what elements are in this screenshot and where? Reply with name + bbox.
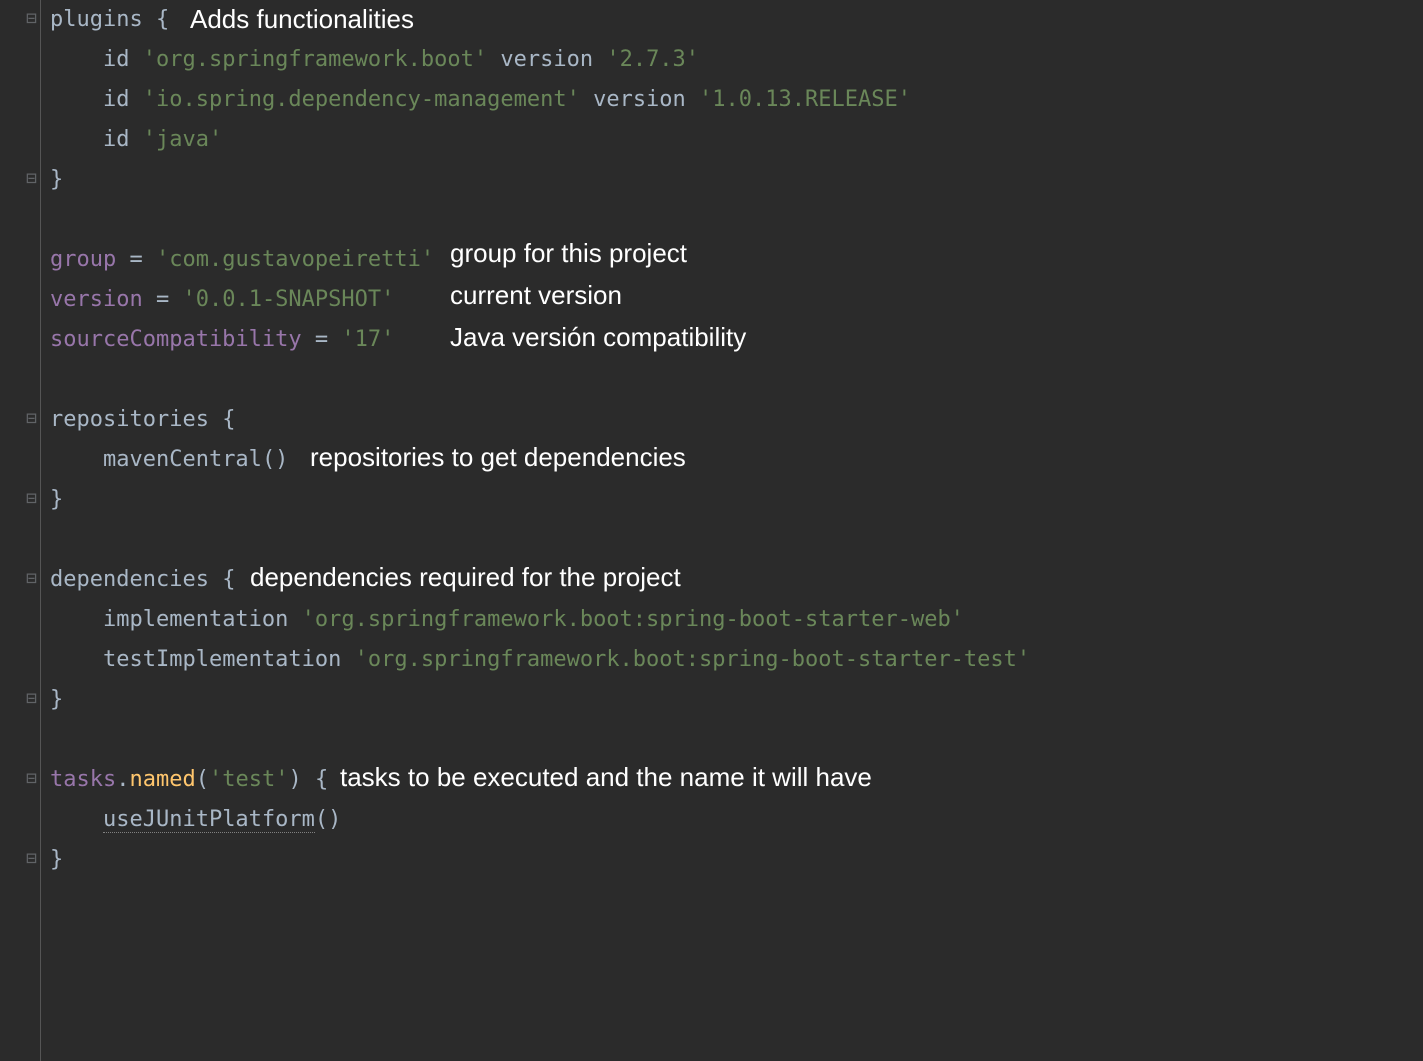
token-brace: { [222,407,235,432]
code-line[interactable]: tasks.named('test') { [50,760,328,800]
token-paren: ( [196,767,209,792]
token-parens: () [262,447,289,472]
code-line[interactable]: version = '0.0.1-SNAPSHOT' [50,280,394,320]
annotation-version: current version [450,280,622,311]
code-line[interactable]: dependencies { [50,560,235,600]
token-string: 'org.springframework.boot:spring-boot-st… [355,647,1031,672]
fold-open-icon[interactable]: ⊟ [26,568,37,589]
token-dot: . [116,767,129,792]
token-group: group [50,247,116,272]
annotation-repos: repositories to get dependencies [310,442,686,473]
code-line[interactable]: mavenCentral() [50,440,288,480]
token-brace: } [50,487,63,512]
token-string: '17' [341,327,394,352]
token-tasks: tasks [50,767,116,792]
token-mavencentral: mavenCentral [103,447,262,472]
token-id: id [103,87,130,112]
token-brace: { [315,767,328,792]
code-line[interactable]: sourceCompatibility = '17' [50,320,394,360]
token-testimplementation: testImplementation [103,647,341,672]
fold-open-icon[interactable]: ⊟ [26,768,37,789]
token-implementation: implementation [103,607,288,632]
annotation-plugins: Adds functionalities [190,4,414,35]
code-line[interactable]: group = 'com.gustavopeiretti' [50,240,434,280]
token-string: '2.7.3' [606,47,699,72]
token-eq: = [116,247,156,272]
code-line[interactable]: } [50,840,63,880]
code-line[interactable]: id 'java' [50,120,222,160]
code-editor[interactable]: ⊟ ⊟ ⊟ ⊟ ⊟ ⊟ ⊟ ⊟ plugins { id 'org.spring… [0,0,1423,1061]
token-plugins: plugins [50,7,143,32]
fold-open-icon[interactable]: ⊟ [26,408,37,429]
code-line[interactable]: testImplementation 'org.springframework.… [50,640,1030,680]
annotation-group: group for this project [450,238,687,269]
token-brace: } [50,167,63,192]
code-line[interactable]: implementation 'org.springframework.boot… [50,600,964,640]
annotation-sourcecompat: Java versión compatibility [450,322,746,353]
token-string: 'org.springframework.boot:spring-boot-st… [302,607,964,632]
token-eq: = [302,327,342,352]
token-sourcecompat: sourceCompatibility [50,327,302,352]
code-line[interactable]: id 'org.springframework.boot' version '2… [50,40,699,80]
fold-close-icon[interactable]: ⊟ [26,168,37,189]
token-version-kw: version [593,87,686,112]
fold-open-icon[interactable]: ⊟ [26,8,37,29]
code-line[interactable]: } [50,680,63,720]
token-string: '0.0.1-SNAPSHOT' [182,287,394,312]
gutter [0,0,41,1061]
code-line[interactable]: } [50,480,63,520]
token-dependencies: dependencies [50,567,209,592]
fold-close-icon[interactable]: ⊟ [26,688,37,709]
token-string: 'org.springframework.boot' [143,47,487,72]
token-brace: } [50,847,63,872]
fold-close-icon[interactable]: ⊟ [26,848,37,869]
token-version-kw: version [500,47,593,72]
token-string: 'com.gustavopeiretti' [156,247,434,272]
token-string: 'io.spring.dependency-management' [143,87,580,112]
token-parens: () [315,807,342,832]
token-id: id [103,47,130,72]
token-usejunit: useJUnitPlatform [103,807,315,833]
token-string: 'test' [209,767,288,792]
token-named: named [129,767,195,792]
code-line[interactable]: useJUnitPlatform() [50,800,341,840]
code-line[interactable]: } [50,160,63,200]
token-eq: = [143,287,183,312]
code-line[interactable]: repositories { [50,400,235,440]
token-repositories: repositories [50,407,209,432]
code-line[interactable]: plugins { [50,0,169,40]
token-string: '1.0.13.RELEASE' [699,87,911,112]
token-brace: { [222,567,235,592]
annotation-tasks: tasks to be executed and the name it wil… [340,762,872,793]
code-line[interactable]: id 'io.spring.dependency-management' ver… [50,80,911,120]
token-id: id [103,127,130,152]
token-brace: } [50,687,63,712]
token-brace: { [156,7,169,32]
token-string: 'java' [143,127,222,152]
token-version: version [50,287,143,312]
token-paren: ) [288,767,301,792]
annotation-deps: dependencies required for the project [250,562,681,593]
fold-close-icon[interactable]: ⊟ [26,488,37,509]
